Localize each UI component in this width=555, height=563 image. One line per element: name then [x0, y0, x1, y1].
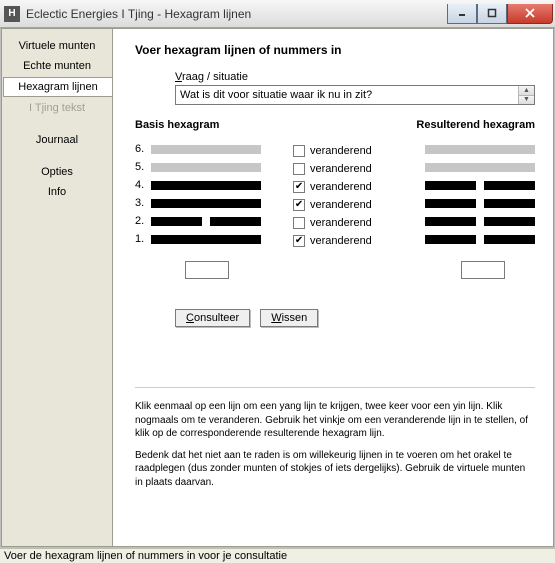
- hexagram-line[interactable]: [425, 199, 535, 208]
- basis-heading: Basis hexagram: [135, 119, 293, 131]
- line-number: 3.: [135, 197, 151, 209]
- window-buttons: [447, 4, 553, 24]
- sidebar-item[interactable]: Virtuele munten: [2, 37, 112, 55]
- sidebar-item[interactable]: Hexagram lijnen: [3, 77, 113, 97]
- changing-checkbox[interactable]: ✔: [293, 235, 305, 247]
- sidebar-item[interactable]: Opties: [2, 163, 112, 181]
- changing-checkbox[interactable]: ✔: [293, 199, 305, 211]
- changing-label: veranderend: [310, 235, 372, 247]
- basis-number-input[interactable]: [185, 261, 229, 279]
- changing-label: veranderend: [310, 163, 372, 175]
- minimize-button[interactable]: [447, 4, 477, 24]
- changing-label: veranderend: [310, 199, 372, 211]
- consult-button[interactable]: Consulteer: [175, 309, 250, 327]
- changing-checkbox[interactable]: [293, 217, 305, 229]
- hexagram-line[interactable]: [151, 163, 261, 172]
- window-titlebar: H Eclectic Energies I Tjing - Hexagram l…: [0, 0, 555, 28]
- window-title: Eclectic Energies I Tjing - Hexagram lij…: [26, 7, 447, 21]
- help-text: Klik eenmaal op een lijn om een yang lij…: [135, 400, 535, 489]
- status-bar: Voer de hexagram lijnen of nummers in vo…: [0, 548, 555, 563]
- line-number: 5.: [135, 161, 151, 173]
- question-label: Vraag / situatie: [175, 71, 535, 83]
- spin-up-button[interactable]: ▲: [519, 86, 534, 95]
- hexagram-line[interactable]: [425, 235, 535, 244]
- divider: [135, 387, 535, 388]
- hexagram-line[interactable]: [425, 145, 535, 154]
- main-panel: Voer hexagram lijnen of nummers in Vraag…: [112, 29, 553, 546]
- question-input[interactable]: Wat is dit voor situatie waar ik nu in z…: [176, 86, 518, 104]
- hexagram-line[interactable]: [151, 199, 261, 208]
- hexagram-line[interactable]: [425, 217, 535, 226]
- result-number-input[interactable]: [461, 261, 505, 279]
- sidebar-item: I Tjing tekst: [2, 99, 112, 117]
- changing-checkbox[interactable]: [293, 145, 305, 157]
- hexagram-line[interactable]: [151, 181, 261, 190]
- page-heading: Voer hexagram lijnen of nummers in: [135, 43, 535, 57]
- changing-label: veranderend: [310, 145, 372, 157]
- clear-button[interactable]: Wissen: [260, 309, 318, 327]
- spin-down-button[interactable]: ▼: [519, 95, 534, 105]
- hexagram-line[interactable]: [425, 163, 535, 172]
- hexagram-line[interactable]: [151, 145, 261, 154]
- changing-label: veranderend: [310, 217, 372, 229]
- line-number: 2.: [135, 215, 151, 227]
- app-icon: H: [4, 6, 20, 22]
- result-heading: Resulterend hexagram: [412, 119, 535, 131]
- hexagram-line[interactable]: [151, 235, 261, 244]
- line-number: 6.: [135, 143, 151, 155]
- changing-checkbox[interactable]: ✔: [293, 181, 305, 193]
- hexagram-line[interactable]: [151, 217, 261, 226]
- sidebar-item[interactable]: Journaal: [2, 131, 112, 149]
- sidebar: Virtuele munten Echte munten Hexagram lijn…: [2, 29, 112, 546]
- sidebar-item[interactable]: Info: [2, 183, 112, 201]
- changing-checkbox[interactable]: [293, 163, 305, 175]
- maximize-button[interactable]: [477, 4, 507, 24]
- changing-label: veranderend: [310, 181, 372, 193]
- line-number: 4.: [135, 179, 151, 191]
- close-button[interactable]: [507, 4, 553, 24]
- sidebar-item[interactable]: Echte munten: [2, 57, 112, 75]
- line-number: 1.: [135, 233, 151, 245]
- hexagram-line[interactable]: [425, 181, 535, 190]
